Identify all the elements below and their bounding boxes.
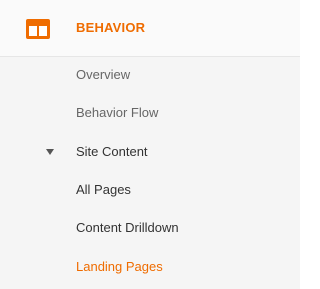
- menu-item-content-drilldown[interactable]: Content Drilldown: [0, 210, 300, 248]
- behavior-menu-list: Overview Behavior Flow Site Content All …: [0, 57, 300, 289]
- behavior-section-header[interactable]: BEHAVIOR: [0, 0, 300, 57]
- menu-item-landing-pages[interactable]: Landing Pages: [0, 249, 300, 287]
- menu-item-overview[interactable]: Overview: [0, 57, 300, 95]
- behavior-nav-panel: BEHAVIOR Overview Behavior Flow Site Con…: [0, 0, 300, 289]
- menu-item-site-content[interactable]: Site Content: [0, 134, 300, 172]
- menu-item-label: All Pages: [76, 182, 131, 197]
- menu-item-label: Overview: [76, 67, 131, 82]
- menu-item-label: Behavior Flow: [76, 105, 159, 120]
- menu-item-all-pages[interactable]: All Pages: [0, 172, 300, 210]
- menu-item-behavior-flow[interactable]: Behavior Flow: [0, 95, 300, 133]
- menu-item-label: Landing Pages: [76, 259, 163, 274]
- menu-item-label: Content Drilldown: [76, 220, 179, 235]
- browser-window-icon: [26, 19, 50, 39]
- section-title: BEHAVIOR: [76, 20, 146, 35]
- menu-item-label: Site Content: [76, 144, 148, 159]
- caret-down-icon: [46, 149, 54, 155]
